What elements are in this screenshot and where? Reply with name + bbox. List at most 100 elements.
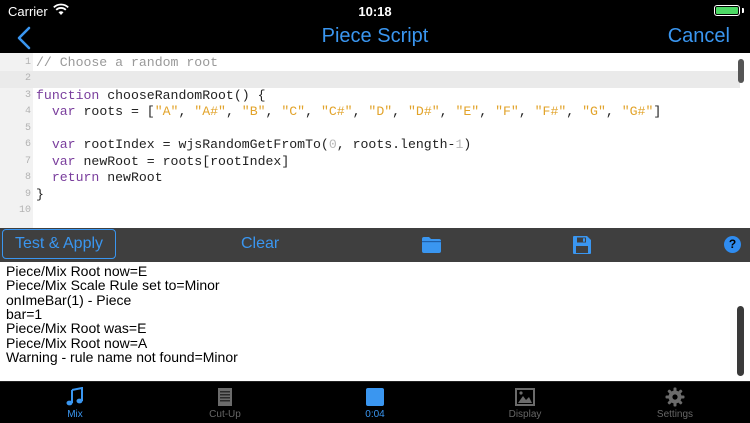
code-token: roots = [ bbox=[75, 104, 155, 119]
code-token: "D#" bbox=[408, 104, 440, 119]
code-token: "G#" bbox=[621, 104, 654, 119]
line-number: 6 bbox=[24, 139, 31, 150]
tab-cut-up-label: Cut-Up bbox=[209, 409, 241, 420]
code-text: } bbox=[36, 187, 44, 204]
code-line[interactable]: 1 // Choose a random root bbox=[0, 55, 740, 72]
tab-bar: Mix Cut-Up 0:04 Display Settings bbox=[0, 381, 750, 422]
gear-icon bbox=[665, 387, 685, 407]
code-line[interactable]: 3 function chooseRandomRoot() { bbox=[0, 88, 740, 105]
code-text: var roots = ["A", "A#", "B", "C", "C#", … bbox=[36, 104, 661, 121]
line-number: 2 bbox=[24, 73, 31, 84]
code-token: "F#" bbox=[534, 104, 567, 119]
code-editor[interactable]: 1 // Choose a random root 2 3 function choos… bbox=[0, 53, 750, 228]
code-token: 0 bbox=[328, 137, 337, 152]
tab-cut-up[interactable]: Cut-Up bbox=[150, 382, 300, 423]
code-line[interactable]: 7 var newRoot = roots[rootIndex] bbox=[0, 154, 740, 171]
code-token: // Choose a random root bbox=[36, 54, 219, 70]
page-title: Piece Script bbox=[321, 25, 429, 47]
console-output: Piece/Mix Root now=E Piece/Mix Scale Rule… bbox=[0, 262, 750, 381]
line-number: 9 bbox=[24, 188, 31, 200]
code-line[interactable]: 5 bbox=[0, 121, 740, 138]
code-text: function chooseRandomRoot() { bbox=[36, 88, 266, 105]
tab-display-label: Display bbox=[508, 409, 542, 420]
code-token: ] bbox=[653, 104, 662, 119]
code-token: "C#" bbox=[320, 104, 353, 119]
line-number: 8 bbox=[24, 172, 31, 183]
code-token: "F" bbox=[495, 104, 519, 119]
code-line[interactable]: 2 bbox=[0, 71, 740, 88]
tab-display[interactable]: Display bbox=[450, 382, 600, 423]
code-token: var bbox=[51, 153, 76, 169]
code-text: return newRoot bbox=[36, 170, 163, 187]
music-note-icon bbox=[66, 387, 83, 406]
line-number: 7 bbox=[24, 155, 31, 167]
console-line: Piece/Mix Scale Rule set to=Minor bbox=[6, 277, 220, 294]
code-token: "A" bbox=[154, 104, 179, 119]
code-token: , bbox=[265, 104, 282, 119]
image-icon bbox=[515, 388, 535, 406]
tab-mix[interactable]: Mix bbox=[0, 382, 150, 423]
code-token: function bbox=[36, 87, 100, 103]
code-token: chooseRandomRoot() { bbox=[99, 87, 266, 103]
code-text: var rootIndex = wjsRandomGetFromTo(0, ro… bbox=[36, 137, 471, 154]
code-token: "B" bbox=[241, 104, 266, 119]
code-token: rootIndex = wjsRandomGetFromTo( bbox=[75, 137, 329, 152]
console-line: Piece/Mix Root now=E bbox=[6, 263, 148, 279]
code-line[interactable]: 9} bbox=[0, 187, 740, 204]
code-token: "G" bbox=[582, 104, 606, 119]
save-icon[interactable] bbox=[573, 236, 591, 259]
code-token: return bbox=[51, 170, 100, 185]
code-line[interactable]: 4 var roots = ["A", "A#", "B", "C", "C#"… bbox=[0, 104, 740, 121]
battery-icon bbox=[714, 5, 740, 16]
console-scrollbar[interactable] bbox=[737, 306, 744, 376]
console-line: bar=1 bbox=[6, 305, 43, 322]
code-token: , bbox=[178, 104, 195, 119]
editor-scrollbar[interactable] bbox=[738, 59, 744, 83]
code-token: "C" bbox=[281, 104, 306, 119]
code-token: , bbox=[305, 104, 321, 119]
code-token: "D" bbox=[368, 104, 393, 119]
clear-button[interactable]: Clear bbox=[241, 235, 279, 253]
help-icon[interactable]: ? bbox=[724, 236, 741, 253]
code-token: var bbox=[51, 104, 76, 119]
battery-tip bbox=[742, 8, 744, 13]
line-number: 1 bbox=[24, 56, 31, 68]
console-line: Piece/Mix Root was=E bbox=[6, 320, 147, 337]
code-line[interactable]: 8 return newRoot bbox=[0, 170, 740, 187]
code-token: , bbox=[605, 104, 622, 119]
code-token: , bbox=[439, 104, 456, 119]
folder-icon[interactable] bbox=[422, 237, 441, 258]
code-line[interactable]: 10 bbox=[0, 203, 740, 220]
tab-settings[interactable]: Settings bbox=[600, 382, 750, 423]
code-token: , bbox=[518, 104, 535, 119]
console-line: Piece/Mix Root now=A bbox=[6, 334, 148, 351]
code-text: var newRoot = roots[rootIndex] bbox=[36, 154, 289, 171]
code-token: ) bbox=[463, 137, 472, 152]
code-token: "A#" bbox=[194, 104, 226, 119]
code-token: var bbox=[51, 137, 76, 152]
line-number: 4 bbox=[24, 106, 31, 117]
status-bar: Carrier 10:18 bbox=[0, 0, 750, 22]
document-icon bbox=[218, 388, 232, 406]
code-token: newRoot bbox=[99, 170, 163, 185]
code-text: // Choose a random root bbox=[36, 55, 218, 72]
line-number: 3 bbox=[24, 89, 31, 101]
test-apply-button[interactable]: Test & Apply bbox=[2, 229, 116, 259]
script-toolbar: Test & Apply Clear ? bbox=[0, 228, 750, 262]
cancel-button[interactable]: Cancel bbox=[668, 25, 730, 48]
code-token: , bbox=[225, 104, 242, 119]
tab-stop-timer[interactable]: 0:04 bbox=[300, 382, 450, 423]
code-token: "E" bbox=[455, 104, 480, 119]
code-line[interactable]: 6 var rootIndex = wjsRandomGetFromTo(0, … bbox=[0, 137, 740, 154]
code-token: , bbox=[392, 104, 408, 119]
line-number: 5 bbox=[24, 122, 31, 134]
code-token: } bbox=[36, 186, 44, 202]
tab-mix-label: Mix bbox=[67, 409, 83, 420]
code-token: , bbox=[352, 104, 369, 119]
line-number: 10 bbox=[18, 205, 31, 216]
tab-timer-label: 0:04 bbox=[365, 409, 385, 420]
